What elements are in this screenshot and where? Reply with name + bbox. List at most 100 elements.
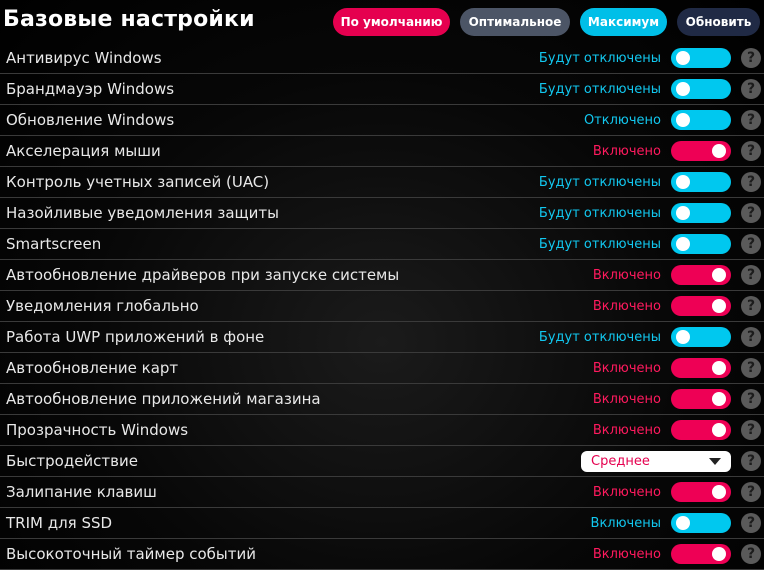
help-icon[interactable]: ? xyxy=(741,482,761,502)
help-icon[interactable]: ? xyxy=(741,358,761,378)
help-icon[interactable]: ? xyxy=(741,513,761,533)
toggle-knob xyxy=(676,175,690,189)
setting-label: Антивирус Windows xyxy=(6,49,162,67)
toggle-knob xyxy=(712,268,726,282)
setting-status: Включено xyxy=(592,547,661,562)
toggle-knob xyxy=(712,423,726,437)
setting-status: Будут отключены xyxy=(538,330,661,345)
performance-select[interactable]: Среднее xyxy=(581,451,731,472)
setting-row: Контроль учетных записей (UAC) Будут откл… xyxy=(0,167,764,198)
setting-row: Автообновление драйверов при запуске сис… xyxy=(0,260,764,291)
help-icon[interactable]: ? xyxy=(741,327,761,347)
setting-label: Высокоточный таймер событий xyxy=(6,545,257,563)
setting-toggle[interactable] xyxy=(671,48,731,68)
setting-status: Включено xyxy=(592,299,661,314)
setting-status: Включено xyxy=(592,392,661,407)
setting-toggle[interactable] xyxy=(671,172,731,192)
setting-label: Автообновление приложений магазина xyxy=(6,390,321,408)
help-icon[interactable]: ? xyxy=(741,79,761,99)
setting-toggle[interactable] xyxy=(671,482,731,502)
help-icon[interactable]: ? xyxy=(741,265,761,285)
help-icon[interactable]: ? xyxy=(741,296,761,316)
setting-label: Быстродействие xyxy=(6,452,138,470)
setting-label: Брандмауэр Windows xyxy=(6,80,175,98)
setting-status: Отключено xyxy=(583,113,661,128)
setting-label: Залипание клавиш xyxy=(6,483,157,501)
help-icon[interactable]: ? xyxy=(741,420,761,440)
setting-label: Уведомления глобально xyxy=(6,297,199,315)
toggle-knob xyxy=(676,206,690,220)
setting-toggle[interactable] xyxy=(671,141,731,161)
header: Базовые настройки По умолчанию Оптимальн… xyxy=(0,0,764,42)
setting-status: Включены xyxy=(590,516,661,531)
toggle-knob xyxy=(712,392,726,406)
setting-row: Автообновление карт Включено? xyxy=(0,353,764,384)
setting-row: Автообновление приложений магазина Включе… xyxy=(0,384,764,415)
toggle-knob xyxy=(712,144,726,158)
setting-label: TRIM для SSD xyxy=(6,514,113,532)
toggle-knob xyxy=(712,361,726,375)
setting-label: Smartscreen xyxy=(6,235,102,253)
setting-status: Включено xyxy=(592,361,661,376)
toggle-knob xyxy=(676,82,690,96)
setting-status: Будут отключены xyxy=(538,82,661,97)
setting-label: Работа UWP приложений в фоне xyxy=(6,328,265,346)
toggle-knob xyxy=(676,330,690,344)
setting-status: Включено xyxy=(592,268,661,283)
setting-row: Назойливые уведомления защиты Будут отклю… xyxy=(0,198,764,229)
select-value: Среднее xyxy=(591,454,650,469)
setting-row: Залипание клавиш Включено? xyxy=(0,477,764,508)
setting-toggle[interactable] xyxy=(671,358,731,378)
help-icon[interactable]: ? xyxy=(741,141,761,161)
setting-row: Прозрачность Windows Включено? xyxy=(0,415,764,446)
setting-toggle[interactable] xyxy=(671,203,731,223)
help-icon[interactable]: ? xyxy=(741,203,761,223)
setting-status: Будут отключены xyxy=(538,237,661,252)
setting-toggle[interactable] xyxy=(671,513,731,533)
help-icon[interactable]: ? xyxy=(741,172,761,192)
help-icon[interactable]: ? xyxy=(741,389,761,409)
setting-label: Обновление Windows xyxy=(6,111,175,129)
toggle-knob xyxy=(676,51,690,65)
setting-toggle[interactable] xyxy=(671,79,731,99)
setting-status: Будут отключены xyxy=(538,51,661,66)
setting-row: TRIM для SSD Включены? xyxy=(0,508,764,539)
setting-label: Автообновление карт xyxy=(6,359,179,377)
setting-toggle[interactable] xyxy=(671,420,731,440)
update-button[interactable]: Обновить xyxy=(677,8,760,36)
preset-default-button[interactable]: По умолчанию xyxy=(333,8,450,36)
setting-row: Брандмауэр Windows Будут отключены? xyxy=(0,74,764,105)
help-icon[interactable]: ? xyxy=(741,544,761,564)
setting-status: Включено xyxy=(592,485,661,500)
setting-toggle[interactable] xyxy=(671,544,731,564)
setting-row: Обновление Windows Отключено? xyxy=(0,105,764,136)
setting-row: Антивирус Windows Будут отключены? xyxy=(0,43,764,74)
toggle-knob xyxy=(676,237,690,251)
setting-toggle[interactable] xyxy=(671,110,731,130)
setting-toggle[interactable] xyxy=(671,296,731,316)
preset-maximum-button[interactable]: Максимум xyxy=(580,8,667,36)
setting-toggle[interactable] xyxy=(671,265,731,285)
help-icon[interactable]: ? xyxy=(741,110,761,130)
setting-status: Включено xyxy=(592,423,661,438)
toggle-knob xyxy=(712,485,726,499)
toggle-knob xyxy=(712,299,726,313)
setting-row: Smartscreen Будут отключены? xyxy=(0,229,764,260)
toggle-knob xyxy=(676,516,690,530)
preset-optimal-button[interactable]: Оптимальное xyxy=(460,8,570,36)
setting-label: Прозрачность Windows xyxy=(6,421,189,439)
page-title: Базовые настройки xyxy=(3,7,255,32)
caret-down-icon xyxy=(709,458,721,465)
setting-row: Акселерация мыши Включено? xyxy=(0,136,764,167)
settings-list: Антивирус Windows Будут отключены? Брандма… xyxy=(0,43,764,570)
setting-label: Назойливые уведомления защиты xyxy=(6,204,279,222)
setting-toggle[interactable] xyxy=(671,389,731,409)
setting-toggle[interactable] xyxy=(671,327,731,347)
toggle-knob xyxy=(712,547,726,561)
help-icon[interactable]: ? xyxy=(741,48,761,68)
setting-label: Акселерация мыши xyxy=(6,142,161,160)
setting-toggle[interactable] xyxy=(671,234,731,254)
help-icon[interactable]: ? xyxy=(741,234,761,254)
setting-row: Уведомления глобально Включено? xyxy=(0,291,764,322)
help-icon[interactable]: ? xyxy=(741,451,761,471)
